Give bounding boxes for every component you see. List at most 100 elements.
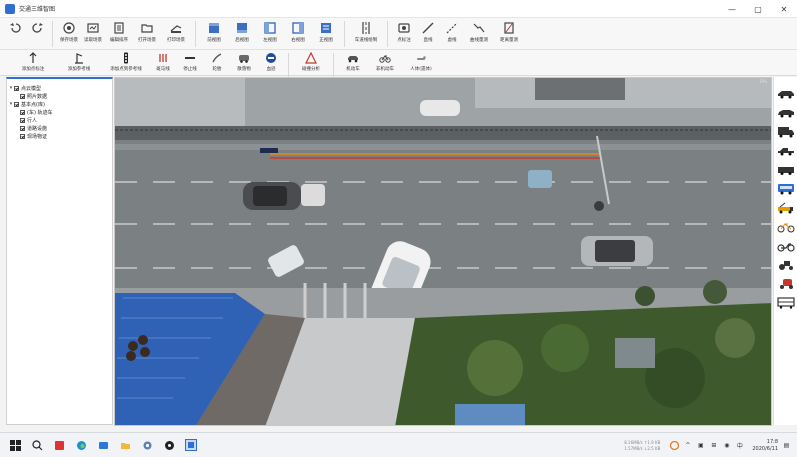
- lane-line-button[interactable]: 车道线绘制: [349, 18, 383, 50]
- car-icon[interactable]: [776, 105, 796, 121]
- point-marker-button[interactable]: 点标注: [392, 18, 416, 50]
- save-scene-button[interactable]: 保存场景: [57, 18, 81, 50]
- crosswalk-button[interactable]: 斑马线: [150, 50, 176, 76]
- input-method-icon[interactable]: 中: [735, 441, 744, 450]
- tire-mark-button[interactable]: 轮胎: [204, 50, 230, 76]
- load-scene-button[interactable]: 读取场景: [81, 18, 105, 50]
- bus-icon[interactable]: [776, 181, 796, 197]
- point-marker-icon: [397, 21, 411, 35]
- tree-item-label: 点云模型: [21, 85, 42, 92]
- tree-item-road-facility[interactable]: 道路设施: [7, 124, 112, 132]
- window-controls: — ▢ ✕: [719, 0, 797, 18]
- left-view-button[interactable]: 左视图: [256, 18, 284, 50]
- truck-icon[interactable]: [776, 124, 796, 140]
- rotate-left-button[interactable]: [6, 18, 26, 50]
- rotate-right-button[interactable]: [26, 18, 48, 50]
- edit-order-button[interactable]: 编辑排序: [105, 18, 133, 50]
- notification-icon[interactable]: ▤: [782, 441, 791, 450]
- layer-checkbox[interactable]: [20, 109, 25, 115]
- system-tray: 8.16MB/s ↑1.9 KB 1.57MB/s ↓2.5 KB ^ ▣ ⊞ …: [624, 433, 791, 457]
- top-view-button[interactable]: 正视图: [312, 18, 340, 50]
- close-button[interactable]: ✕: [771, 0, 797, 18]
- tire-mark-icon: [211, 52, 223, 64]
- add-point-button[interactable]: 添加点标注: [10, 50, 56, 76]
- blood-stain-icon: [265, 52, 277, 64]
- tricycle-icon[interactable]: [776, 276, 796, 292]
- tow-truck-icon[interactable]: [776, 200, 796, 216]
- layer-checkbox[interactable]: [20, 133, 25, 139]
- curve-measure-button[interactable]: 曲线量测: [464, 18, 494, 50]
- blue-shed: [455, 404, 525, 425]
- top-view-icon: [319, 21, 333, 35]
- tractor-icon[interactable]: [776, 257, 796, 273]
- app-tray-icon[interactable]: [670, 441, 680, 450]
- blood-stain-button[interactable]: 血迹: [258, 50, 284, 76]
- media-icon[interactable]: [162, 438, 176, 452]
- motor-vehicle-icon: [347, 52, 359, 64]
- scene-viewport[interactable]: FPS: [114, 77, 772, 426]
- maximize-button[interactable]: ▢: [745, 0, 771, 18]
- traffic-light-icon: [120, 52, 132, 64]
- network-icon[interactable]: ⊞: [709, 441, 718, 450]
- edit-order-icon: [112, 21, 126, 35]
- bicycle-icon[interactable]: [776, 219, 796, 235]
- stop-line-button[interactable]: 停止线: [176, 50, 204, 76]
- add-point-to-ref-button[interactable]: 添加点到参考线: [102, 50, 150, 76]
- minimize-button[interactable]: —: [719, 0, 745, 18]
- traffic-app-icon[interactable]: [184, 438, 198, 452]
- vehicle-dark-sedan: [243, 182, 301, 210]
- add-ref-line-button[interactable]: 添加参考线: [56, 50, 102, 76]
- layer-checkbox[interactable]: [14, 85, 19, 91]
- tree-item-evidence[interactable]: 现场物证: [7, 132, 112, 140]
- store-icon[interactable]: [96, 438, 110, 452]
- tree-item-photo-data[interactable]: 照片数据: [7, 92, 112, 100]
- tree-item-basic-points[interactable]: ▾ 基本点(库): [7, 100, 112, 108]
- motorbike-icon[interactable]: [776, 238, 796, 254]
- explorer-icon[interactable]: [118, 438, 132, 452]
- bicycle-button[interactable]: 非机动车: [368, 50, 402, 76]
- windows-start-icon[interactable]: [8, 438, 22, 452]
- trailer-icon[interactable]: [776, 295, 796, 311]
- curve-measure-icon: [472, 21, 486, 35]
- front-view-icon: [207, 21, 221, 35]
- dashed-line-button[interactable]: 虚线: [440, 18, 464, 50]
- debris-button[interactable]: 散落物: [230, 50, 258, 76]
- distance-measure-icon: [502, 21, 516, 35]
- front-view-button[interactable]: 前视图: [200, 18, 228, 50]
- tree-item-label: 现场物证: [27, 133, 48, 140]
- person-button[interactable]: 人体(遗体): [402, 50, 440, 76]
- van-icon[interactable]: [776, 162, 796, 178]
- show-hidden-icon[interactable]: ^: [683, 441, 692, 450]
- print-scene-button[interactable]: 打印场景: [161, 18, 191, 50]
- collision-analysis-button[interactable]: 碰撞分析: [293, 50, 329, 76]
- title-bar: 交通三维智图 — ▢ ✕: [0, 0, 797, 18]
- tree-item-label: 照片数据: [27, 93, 48, 100]
- layer-checkbox[interactable]: [14, 101, 19, 107]
- app-red-icon[interactable]: [52, 438, 66, 452]
- open-scene-button[interactable]: 打开场景: [133, 18, 161, 50]
- person-icon: [415, 52, 427, 64]
- layer-checkbox[interactable]: [20, 125, 25, 131]
- settings-icon[interactable]: [140, 438, 154, 452]
- tree-item-point-cloud[interactable]: ▾ 点云模型: [7, 84, 112, 92]
- straight-line-button[interactable]: 直线: [416, 18, 440, 50]
- clock[interactable]: 17:8 2020/6/11: [752, 439, 778, 453]
- layer-checkbox[interactable]: [20, 93, 25, 99]
- edge-icon[interactable]: [74, 438, 88, 452]
- battery-icon[interactable]: ▣: [696, 441, 705, 450]
- layer-checkbox[interactable]: [20, 117, 25, 123]
- search-icon[interactable]: [30, 438, 44, 452]
- motor-vehicle-button[interactable]: 机动车: [338, 50, 368, 76]
- left-view-icon: [263, 21, 277, 35]
- pickup-icon[interactable]: [776, 143, 796, 159]
- tree-item-pedestrian[interactable]: 行人: [7, 116, 112, 124]
- rotate-right-icon: [30, 21, 44, 35]
- tree-item-track-vehicle[interactable]: (车) 轨迹车: [7, 108, 112, 116]
- clock-date: 2020/6/11: [752, 445, 778, 452]
- distance-measure-button[interactable]: 距离量测: [494, 18, 524, 50]
- back-view-button[interactable]: 后视图: [228, 18, 256, 50]
- vehicle-palette: [773, 77, 797, 425]
- volume-icon[interactable]: ◉: [722, 441, 731, 450]
- right-view-button[interactable]: 右视图: [284, 18, 312, 50]
- sedan-icon[interactable]: [776, 86, 796, 102]
